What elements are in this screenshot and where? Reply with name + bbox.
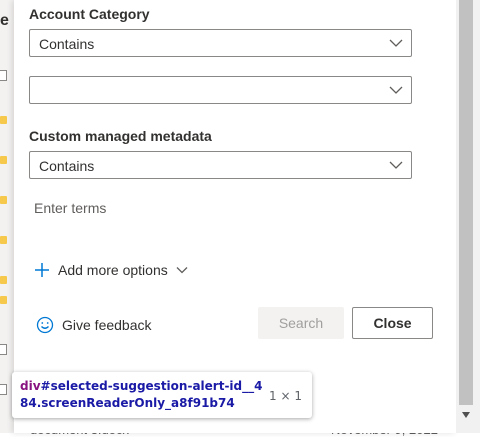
custom-metadata-operator-dropdown[interactable]: Contains <box>29 151 412 179</box>
close-button[interactable]: Close <box>352 307 433 339</box>
chevron-down-icon <box>389 39 403 47</box>
give-feedback-link[interactable]: Give feedback <box>36 315 152 335</box>
filter-panel: Account Category Contains Custom managed… <box>14 0 466 433</box>
tooltip-dimensions: 1 × 1 <box>269 389 302 403</box>
plus-icon <box>35 263 49 277</box>
give-feedback-label: Give feedback <box>62 317 152 333</box>
inspect-tooltip: div#selected-suggestion-alert-id__484.sc… <box>12 372 312 418</box>
folder-icon <box>0 156 7 164</box>
add-more-options-label: Add more options <box>58 262 168 278</box>
smiley-icon <box>36 316 54 334</box>
scroll-down-arrow-icon[interactable] <box>461 411 471 419</box>
folder-icon <box>0 276 7 284</box>
file-icon <box>0 344 7 355</box>
custom-metadata-label: Custom managed metadata <box>29 128 212 144</box>
page-scrollbar-thumb[interactable] <box>459 0 473 405</box>
folder-icon <box>0 196 7 204</box>
file-icon <box>0 384 7 395</box>
file-icon <box>0 70 7 81</box>
background-strip <box>0 0 14 433</box>
search-button[interactable]: Search <box>258 307 344 339</box>
enter-terms-input[interactable]: Enter terms <box>34 200 106 216</box>
page-scrollbar[interactable] <box>456 0 480 433</box>
chevron-down-icon <box>389 86 403 94</box>
account-category-operator-dropdown[interactable]: Contains <box>29 29 412 57</box>
folder-icon <box>0 116 7 124</box>
dropdown-value: Contains <box>39 158 95 174</box>
chevron-down-icon <box>389 161 403 169</box>
tooltip-tag: div <box>20 379 41 393</box>
account-category-value-dropdown[interactable] <box>29 76 412 104</box>
folder-icon <box>0 236 7 244</box>
add-more-options-button[interactable]: Add more options <box>34 260 188 280</box>
tooltip-pointer <box>22 365 36 372</box>
tooltip-selector-text: div#selected-suggestion-alert-id__484.sc… <box>20 378 270 412</box>
account-category-label: Account Category <box>29 6 150 22</box>
tooltip-selector: #selected-suggestion-alert-id__484.scree… <box>20 379 263 410</box>
background-header-letter: e <box>0 12 9 29</box>
dropdown-value: Contains <box>39 36 95 52</box>
folder-icon <box>0 296 7 304</box>
chevron-down-icon <box>176 267 188 274</box>
